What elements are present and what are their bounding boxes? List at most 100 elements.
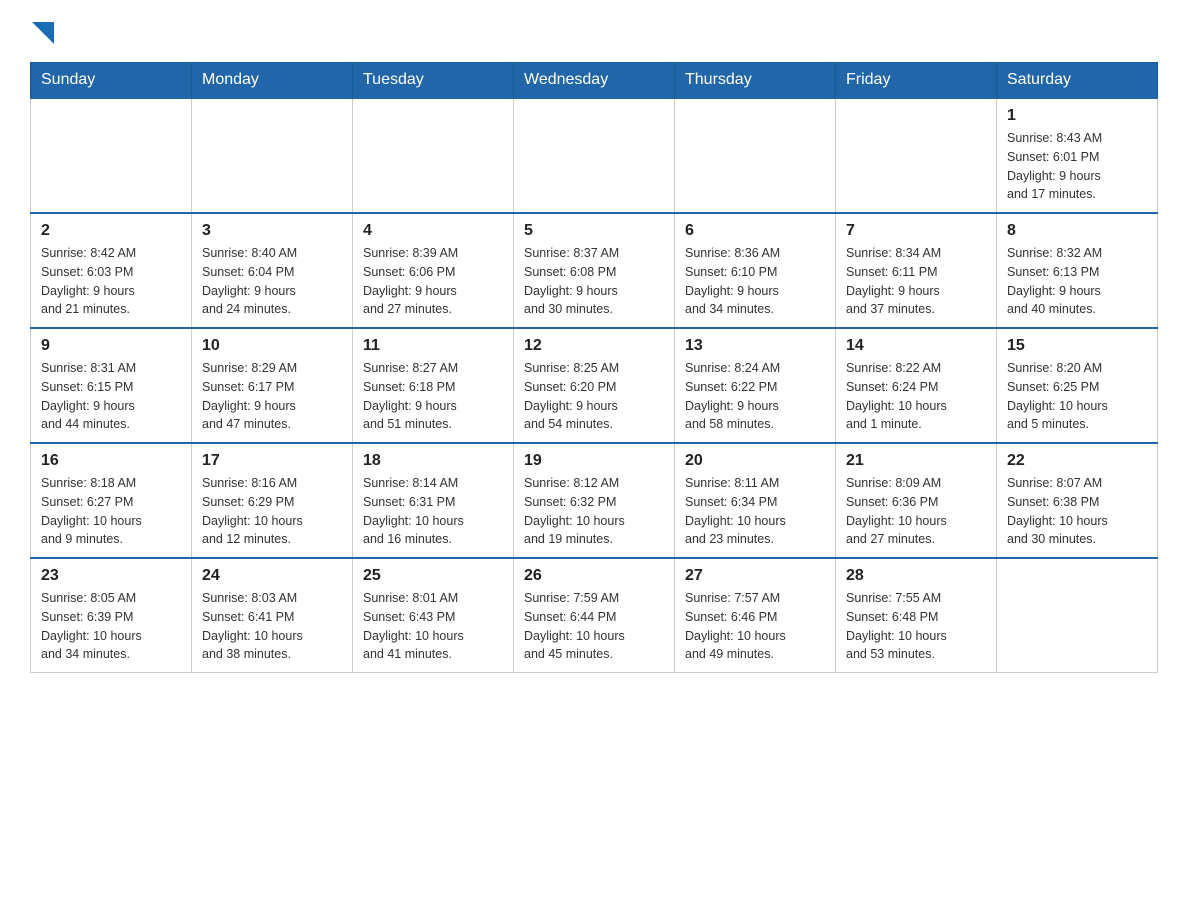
calendar-cell: 14 Sunrise: 8:22 AM Sunset: 6:24 PM Dayli… [836, 328, 997, 443]
day-number: 23 [41, 567, 181, 585]
calendar-cell: 13Sunrise: 8:24 AM Sunset: 6:22 PM Dayli… [675, 328, 836, 443]
calendar-cell: 4 Sunrise: 8:39 AM Sunset: 6:06 PM Daylig… [353, 213, 514, 328]
day-number: 9 [41, 337, 181, 355]
day-number: 22 [1007, 452, 1147, 470]
day-number: 11 [363, 337, 503, 355]
logo [30, 20, 54, 44]
day-number: 27 [685, 567, 825, 585]
day-info: Sunrise: 8:07 AM Sunset: 6:38 PM Dayligh… [1007, 474, 1147, 549]
day-number: 5 [524, 222, 664, 240]
day-number: 8 [1007, 222, 1147, 240]
day-info: Sunrise: 8:32 AM Sunset: 6:13 PM Dayligh… [1007, 244, 1147, 319]
calendar-cell: 18 Sunrise: 8:14 AM Sunset: 6:31 PM Dayli… [353, 443, 514, 558]
calendar-cell [31, 98, 192, 213]
weekday-header-monday: Monday [192, 63, 353, 99]
weekday-header-sunday: Sunday [31, 63, 192, 99]
calendar-week-row: 9 Sunrise: 8:31 AM Sunset: 6:15 PM Daylig… [31, 328, 1158, 443]
day-number: 6 [685, 222, 825, 240]
day-info: Sunrise: 8:37 AM Sunset: 6:08 PM Dayligh… [524, 244, 664, 319]
calendar-cell: 17Sunrise: 8:16 AM Sunset: 6:29 PM Dayli… [192, 443, 353, 558]
weekday-header-row: SundayMondayTuesdayWednesdayThursdayFrid… [31, 63, 1158, 99]
calendar-cell: 22 Sunrise: 8:07 AM Sunset: 6:38 PM Dayli… [997, 443, 1158, 558]
calendar-cell: 5 Sunrise: 8:37 AM Sunset: 6:08 PM Daylig… [514, 213, 675, 328]
day-info: Sunrise: 8:01 AM Sunset: 6:43 PM Dayligh… [363, 589, 503, 664]
day-number: 4 [363, 222, 503, 240]
day-info: Sunrise: 8:03 AM Sunset: 6:41 PM Dayligh… [202, 589, 342, 664]
calendar-table: SundayMondayTuesdayWednesdayThursdayFrid… [30, 62, 1158, 673]
day-info: Sunrise: 8:34 AM Sunset: 6:11 PM Dayligh… [846, 244, 986, 319]
weekday-header-saturday: Saturday [997, 63, 1158, 99]
day-number: 2 [41, 222, 181, 240]
calendar-header: SundayMondayTuesdayWednesdayThursdayFrid… [31, 63, 1158, 99]
calendar-cell: 6 Sunrise: 8:36 AM Sunset: 6:10 PM Daylig… [675, 213, 836, 328]
day-info: Sunrise: 8:11 AM Sunset: 6:34 PM Dayligh… [685, 474, 825, 549]
calendar-cell: 25Sunrise: 8:01 AM Sunset: 6:43 PM Dayli… [353, 558, 514, 673]
day-number: 3 [202, 222, 342, 240]
calendar-cell: 11 Sunrise: 8:27 AM Sunset: 6:18 PM Dayli… [353, 328, 514, 443]
day-number: 28 [846, 567, 986, 585]
calendar-cell: 3 Sunrise: 8:40 AM Sunset: 6:04 PM Daylig… [192, 213, 353, 328]
day-number: 18 [363, 452, 503, 470]
day-info: Sunrise: 8:43 AM Sunset: 6:01 PM Dayligh… [1007, 129, 1147, 204]
calendar-cell: 28 Sunrise: 7:55 AM Sunset: 6:48 PM Dayli… [836, 558, 997, 673]
calendar-body: 1 Sunrise: 8:43 AM Sunset: 6:01 PM Daylig… [31, 98, 1158, 673]
day-info: Sunrise: 8:18 AM Sunset: 6:27 PM Dayligh… [41, 474, 181, 549]
day-info: Sunrise: 7:57 AM Sunset: 6:46 PM Dayligh… [685, 589, 825, 664]
calendar-cell: 15Sunrise: 8:20 AM Sunset: 6:25 PM Dayli… [997, 328, 1158, 443]
calendar-cell: 7 Sunrise: 8:34 AM Sunset: 6:11 PM Daylig… [836, 213, 997, 328]
calendar-week-row: 2 Sunrise: 8:42 AM Sunset: 6:03 PM Daylig… [31, 213, 1158, 328]
day-info: Sunrise: 8:09 AM Sunset: 6:36 PM Dayligh… [846, 474, 986, 549]
day-info: Sunrise: 8:40 AM Sunset: 6:04 PM Dayligh… [202, 244, 342, 319]
day-info: Sunrise: 7:55 AM Sunset: 6:48 PM Dayligh… [846, 589, 986, 664]
calendar-cell [836, 98, 997, 213]
day-info: Sunrise: 7:59 AM Sunset: 6:44 PM Dayligh… [524, 589, 664, 664]
day-info: Sunrise: 8:25 AM Sunset: 6:20 PM Dayligh… [524, 359, 664, 434]
calendar-cell: 23 Sunrise: 8:05 AM Sunset: 6:39 PM Dayli… [31, 558, 192, 673]
day-info: Sunrise: 8:39 AM Sunset: 6:06 PM Dayligh… [363, 244, 503, 319]
day-number: 12 [524, 337, 664, 355]
day-info: Sunrise: 8:42 AM Sunset: 6:03 PM Dayligh… [41, 244, 181, 319]
weekday-header-wednesday: Wednesday [514, 63, 675, 99]
calendar-cell [514, 98, 675, 213]
day-info: Sunrise: 8:05 AM Sunset: 6:39 PM Dayligh… [41, 589, 181, 664]
day-info: Sunrise: 8:29 AM Sunset: 6:17 PM Dayligh… [202, 359, 342, 434]
day-info: Sunrise: 8:14 AM Sunset: 6:31 PM Dayligh… [363, 474, 503, 549]
day-number: 20 [685, 452, 825, 470]
weekday-header-friday: Friday [836, 63, 997, 99]
calendar-cell: 19Sunrise: 8:12 AM Sunset: 6:32 PM Dayli… [514, 443, 675, 558]
day-info: Sunrise: 8:36 AM Sunset: 6:10 PM Dayligh… [685, 244, 825, 319]
day-number: 13 [685, 337, 825, 355]
day-number: 21 [846, 452, 986, 470]
weekday-header-thursday: Thursday [675, 63, 836, 99]
calendar-cell: 9 Sunrise: 8:31 AM Sunset: 6:15 PM Daylig… [31, 328, 192, 443]
calendar-cell: 8 Sunrise: 8:32 AM Sunset: 6:13 PM Daylig… [997, 213, 1158, 328]
day-number: 19 [524, 452, 664, 470]
page-header [30, 20, 1158, 44]
day-info: Sunrise: 8:16 AM Sunset: 6:29 PM Dayligh… [202, 474, 342, 549]
day-info: Sunrise: 8:27 AM Sunset: 6:18 PM Dayligh… [363, 359, 503, 434]
calendar-cell [192, 98, 353, 213]
day-number: 26 [524, 567, 664, 585]
calendar-week-row: 23 Sunrise: 8:05 AM Sunset: 6:39 PM Dayli… [31, 558, 1158, 673]
calendar-cell: 24 Sunrise: 8:03 AM Sunset: 6:41 PM Dayli… [192, 558, 353, 673]
day-info: Sunrise: 8:22 AM Sunset: 6:24 PM Dayligh… [846, 359, 986, 434]
calendar-cell: 27 Sunrise: 7:57 AM Sunset: 6:46 PM Dayli… [675, 558, 836, 673]
day-number: 7 [846, 222, 986, 240]
day-number: 16 [41, 452, 181, 470]
weekday-header-tuesday: Tuesday [353, 63, 514, 99]
day-info: Sunrise: 8:31 AM Sunset: 6:15 PM Dayligh… [41, 359, 181, 434]
day-info: Sunrise: 8:20 AM Sunset: 6:25 PM Dayligh… [1007, 359, 1147, 434]
logo-arrow-icon [32, 22, 54, 44]
calendar-cell: 10 Sunrise: 8:29 AM Sunset: 6:17 PM Dayli… [192, 328, 353, 443]
calendar-cell [675, 98, 836, 213]
calendar-cell: 26 Sunrise: 7:59 AM Sunset: 6:44 PM Dayli… [514, 558, 675, 673]
calendar-week-row: 16 Sunrise: 8:18 AM Sunset: 6:27 PM Dayli… [31, 443, 1158, 558]
calendar-cell: 2 Sunrise: 8:42 AM Sunset: 6:03 PM Daylig… [31, 213, 192, 328]
calendar-week-row: 1 Sunrise: 8:43 AM Sunset: 6:01 PM Daylig… [31, 98, 1158, 213]
calendar-cell: 20 Sunrise: 8:11 AM Sunset: 6:34 PM Dayli… [675, 443, 836, 558]
day-number: 14 [846, 337, 986, 355]
calendar-cell: 12 Sunrise: 8:25 AM Sunset: 6:20 PM Dayli… [514, 328, 675, 443]
day-number: 24 [202, 567, 342, 585]
day-number: 1 [1007, 107, 1147, 125]
day-number: 10 [202, 337, 342, 355]
